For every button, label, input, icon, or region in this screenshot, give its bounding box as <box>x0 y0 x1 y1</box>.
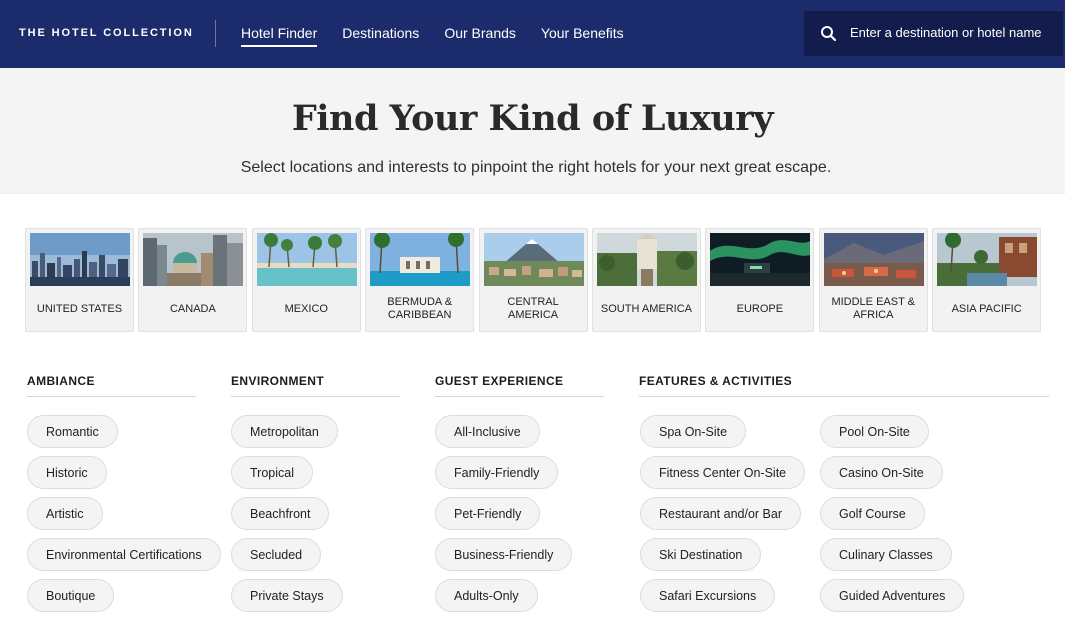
heading-divider <box>231 396 400 397</box>
nav-your-benefits[interactable]: Your Benefits <box>541 25 624 45</box>
filter-pill-environmental-certifications[interactable]: Environmental Certifications <box>27 538 221 571</box>
search-box[interactable]: Enter a destination or hotel name <box>804 11 1063 56</box>
destination-tile-middle-east-africa[interactable]: MIDDLE EAST & AFRICA <box>818 228 928 332</box>
destination-label: BERMUDA & CARIBBEAN <box>387 296 453 321</box>
filter-pill-casino-on-site[interactable]: Casino On-Site <box>820 456 943 489</box>
filter-pill-historic[interactable]: Historic <box>27 456 107 489</box>
destination-label: UNITED STATES <box>36 302 123 315</box>
filter-pill-restaurant-bar[interactable]: Restaurant and/or Bar <box>640 497 801 530</box>
filter-pill-ski-destination[interactable]: Ski Destination <box>640 538 762 571</box>
filter-pill-safari-excursions[interactable]: Safari Excursions <box>640 579 776 612</box>
filter-pill-romantic[interactable]: Romantic <box>27 415 118 448</box>
destination-label: SOUTH AMERICA <box>600 302 692 315</box>
heading-divider <box>639 396 1049 397</box>
destination-tile-united-states[interactable]: UNITED STATES <box>25 228 134 332</box>
destination-label: ASIA PACIFIC <box>951 302 1022 315</box>
destination-tile-south-america[interactable]: SOUTH AMERICA <box>591 228 701 332</box>
main-nav: Hotel Finder Destinations Our Brands You… <box>241 25 649 47</box>
destination-label: MIDDLE EAST & AFRICA <box>831 296 915 321</box>
filter-pill-golf-course[interactable]: Golf Course <box>820 497 925 530</box>
heading-divider <box>27 396 196 397</box>
destination-image <box>937 233 1038 286</box>
filter-heading-features-activities: FEATURES & ACTIVITIES <box>639 374 793 388</box>
filter-group-features-activities: FEATURES & ACTIVITIES <box>639 374 1049 397</box>
filter-heading-ambiance: AMBIANCE <box>27 374 95 388</box>
destination-image <box>30 233 130 286</box>
filter-pill-adults-only[interactable]: Adults-Only <box>435 579 538 612</box>
filter-pill-boutique[interactable]: Boutique <box>27 579 115 612</box>
nav-our-brands[interactable]: Our Brands <box>444 25 516 45</box>
hero-section: Find Your Kind of Luxury Select location… <box>0 68 1065 194</box>
filter-pill-all-inclusive[interactable]: All-Inclusive <box>435 415 540 448</box>
header-divider <box>215 20 216 47</box>
destination-label: EUROPE <box>736 302 784 315</box>
destination-tile-europe[interactable]: EUROPE <box>705 228 815 332</box>
destination-image <box>596 233 697 286</box>
destination-image <box>143 233 244 286</box>
filter-heading-environment: ENVIRONMENT <box>231 374 325 388</box>
destination-label: CENTRAL AMERICA <box>507 296 559 321</box>
filter-pill-metropolitan[interactable]: Metropolitan <box>231 415 338 448</box>
destination-label: CANADA <box>169 302 216 315</box>
search-icon <box>821 26 837 42</box>
filter-pill-spa-on-site[interactable]: Spa On-Site <box>640 415 747 448</box>
page-subtitle: Select locations and interests to pinpoi… <box>240 159 832 176</box>
nav-hotel-finder[interactable]: Hotel Finder <box>241 25 318 47</box>
destination-image <box>483 233 584 286</box>
destination-tiles: UNITED STATES CANADA MEXICO BERMUDA & CA… <box>25 228 1046 332</box>
destination-tile-mexico[interactable]: MEXICO <box>251 228 361 332</box>
filter-group-ambiance: AMBIANCE <box>27 374 196 397</box>
destination-tile-canada[interactable]: CANADA <box>138 228 248 332</box>
filter-pill-private-stays[interactable]: Private Stays <box>231 579 343 612</box>
filter-heading-guest-experience: GUEST EXPERIENCE <box>435 374 564 388</box>
filter-pill-tropical[interactable]: Tropical <box>231 456 313 489</box>
filter-pill-culinary-classes[interactable]: Culinary Classes <box>820 538 952 571</box>
brand-logo[interactable]: THE HOTEL COLLECTION <box>19 27 194 39</box>
destination-tile-central-america[interactable]: CENTRAL AMERICA <box>478 228 588 332</box>
destination-tile-bermuda-caribbean[interactable]: BERMUDA & CARIBBEAN <box>365 228 475 332</box>
filter-pill-secluded[interactable]: Secluded <box>231 538 322 571</box>
filter-group-guest-experience: GUEST EXPERIENCE <box>435 374 604 397</box>
filter-group-environment: ENVIRONMENT <box>231 374 400 397</box>
filter-pill-business-friendly[interactable]: Business-Friendly <box>435 538 573 571</box>
filter-pill-family-friendly[interactable]: Family-Friendly <box>435 456 559 489</box>
destination-label: MEXICO <box>284 302 328 315</box>
heading-divider <box>435 396 604 397</box>
destination-tile-asia-pacific[interactable]: ASIA PACIFIC <box>932 228 1042 332</box>
page-title: Find Your Kind of Luxury <box>291 98 774 139</box>
destination-image <box>370 233 471 286</box>
filter-pill-guided-adventures[interactable]: Guided Adventures <box>820 579 965 612</box>
top-navigation-bar: THE HOTEL COLLECTION Hotel Finder Destin… <box>0 0 1065 68</box>
filter-pill-artistic[interactable]: Artistic <box>27 497 103 530</box>
filter-pill-pet-friendly[interactable]: Pet-Friendly <box>435 497 541 530</box>
search-input[interactable]: Enter a destination or hotel name <box>850 25 1042 40</box>
destination-image <box>256 233 357 286</box>
filter-pill-pool-on-site[interactable]: Pool On-Site <box>820 415 929 448</box>
destination-image <box>823 233 924 286</box>
filter-pill-beachfront[interactable]: Beachfront <box>231 497 330 530</box>
nav-destinations[interactable]: Destinations <box>342 25 419 45</box>
filter-pill-fitness-center-on-site[interactable]: Fitness Center On-Site <box>640 456 806 489</box>
destination-image <box>710 233 811 286</box>
